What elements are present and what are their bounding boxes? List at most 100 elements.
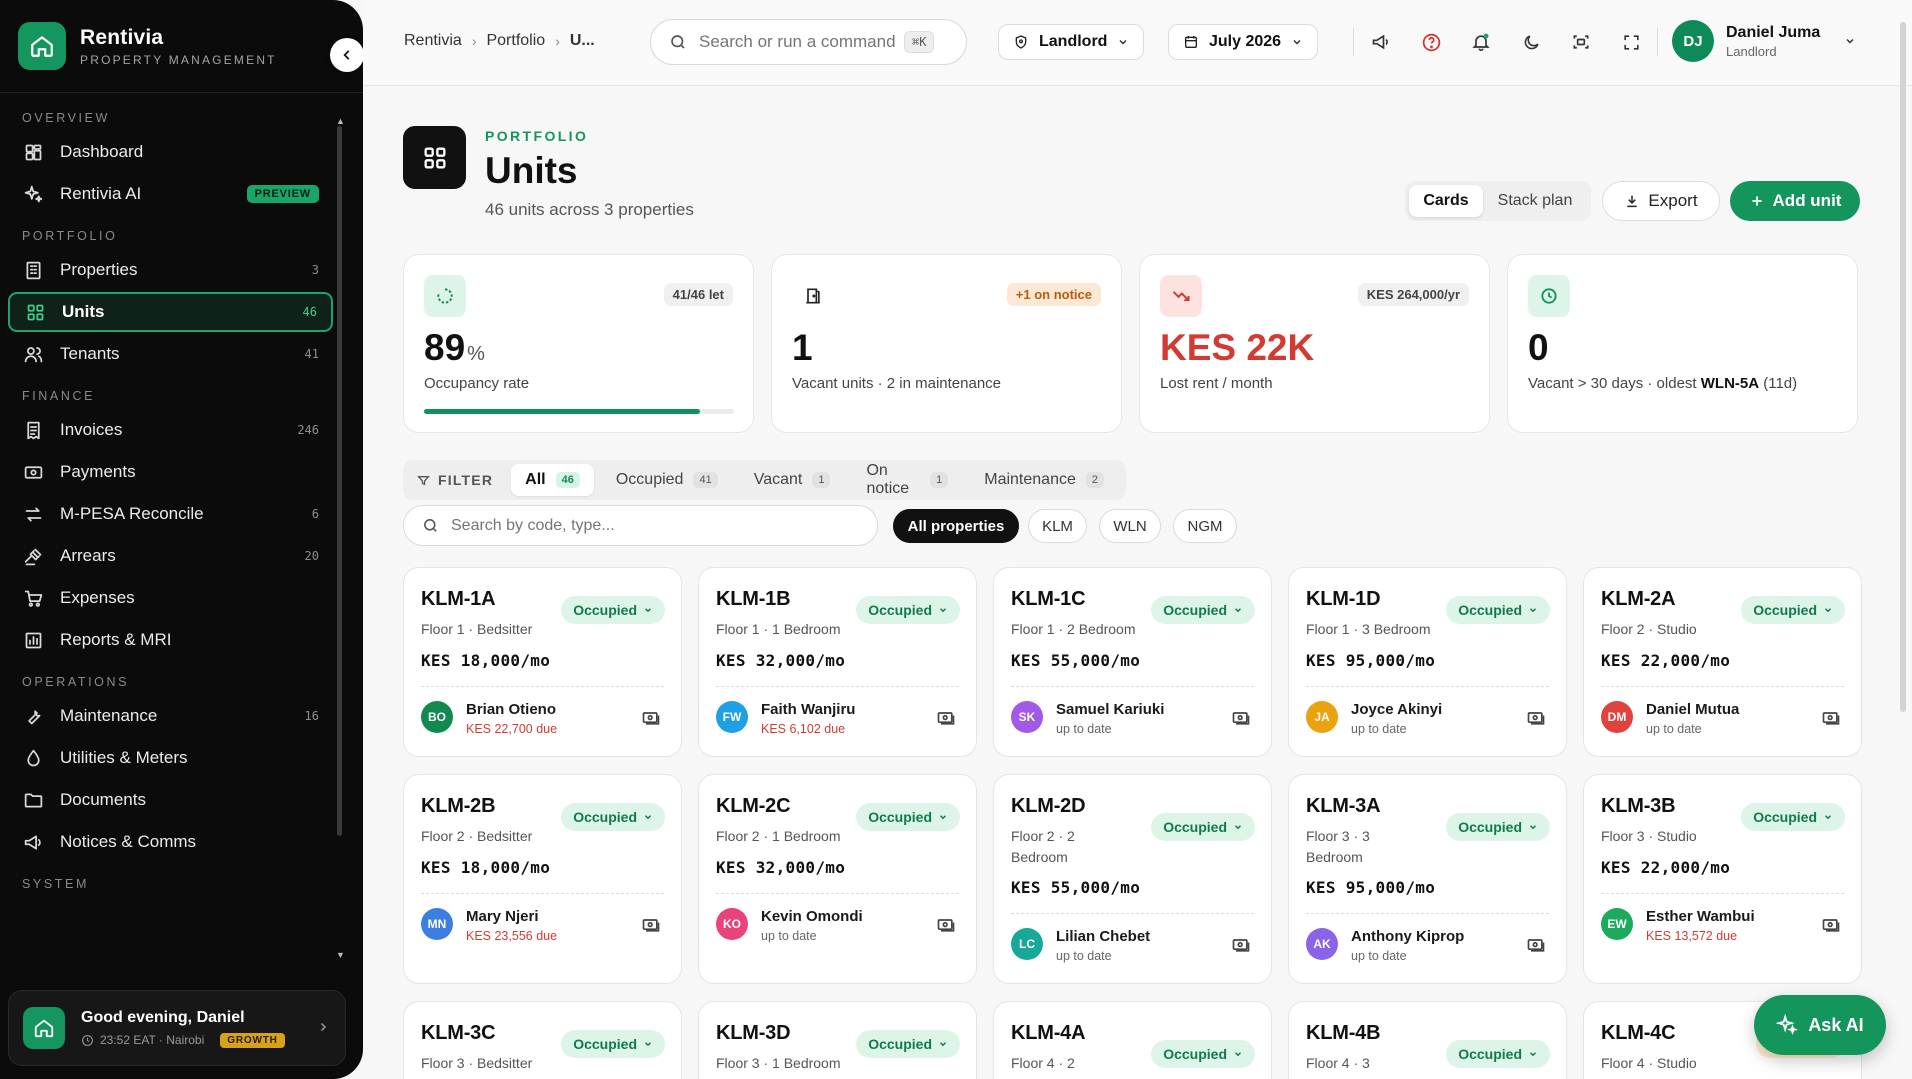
sidebar-item-arrears[interactable]: Arrears 20	[8, 536, 333, 576]
unit-card[interactable]: KLM-4B Floor 4 · 3 Bedroom Occupied	[1288, 1001, 1567, 1079]
period-selector[interactable]: July 2026	[1168, 24, 1319, 60]
sidebar-item-units[interactable]: Units 46	[8, 292, 333, 332]
oldest-vacant-unit[interactable]: WLN-5A	[1701, 375, 1759, 392]
user-menu[interactable]: DJ Daniel Juma Landlord	[1672, 20, 1856, 62]
brand[interactable]: Rentivia PROPERTY MANAGEMENT	[18, 22, 277, 70]
view-cards-tab[interactable]: Cards	[1409, 185, 1483, 217]
unit-status-dropdown[interactable]: Occupied	[856, 803, 960, 831]
unit-card[interactable]: KLM-2C Floor 2 · 1 Bedroom Occupied KES 32,…	[698, 774, 977, 984]
sidebar-item-reports-mri[interactable]: Reports & MRI	[8, 620, 333, 660]
unit-status-dropdown[interactable]: Occupied	[1151, 596, 1255, 624]
view-stack-plan-tab[interactable]: Stack plan	[1483, 185, 1587, 217]
unit-search[interactable]	[403, 505, 878, 546]
sidebar-item-payments[interactable]: Payments	[8, 452, 333, 492]
record-payment-icon[interactable]	[1231, 708, 1251, 728]
command-search-input[interactable]	[699, 32, 904, 52]
screenshot-button[interactable]	[1569, 30, 1593, 54]
record-payment-icon[interactable]	[936, 708, 956, 728]
filter-tab-vacant[interactable]: Vacant 1	[740, 464, 845, 496]
tenant-name[interactable]: Joyce Akinyi	[1351, 701, 1442, 718]
sidebar-item-m-pesa-reconcile[interactable]: M-PESA Reconcile 6	[8, 494, 333, 534]
unit-status-dropdown[interactable]: Occupied	[1446, 1040, 1550, 1068]
role-selector[interactable]: Landlord	[998, 24, 1145, 60]
record-payment-icon[interactable]	[1526, 935, 1546, 955]
help-button[interactable]	[1419, 30, 1443, 54]
record-payment-icon[interactable]	[1821, 915, 1841, 935]
collapse-sidebar-button[interactable]	[330, 38, 364, 72]
sidebar-item-documents[interactable]: Documents	[8, 780, 333, 820]
sidebar-item-expenses[interactable]: Expenses	[8, 578, 333, 618]
filter-tab-maintenance[interactable]: Maintenance 2	[970, 464, 1118, 496]
chip-all-properties[interactable]: All properties	[893, 509, 1019, 543]
filter-tab-all[interactable]: All 46	[511, 464, 594, 496]
unit-status-dropdown[interactable]: Occupied	[1741, 596, 1845, 624]
unit-status-dropdown[interactable]: Occupied	[1446, 813, 1550, 841]
unit-status-dropdown[interactable]: Occupied	[1151, 813, 1255, 841]
filter-tab-on-notice[interactable]: On notice 1	[852, 462, 962, 497]
sidebar-item-notices-comms[interactable]: Notices & Comms	[8, 822, 333, 862]
filter-tab-occupied[interactable]: Occupied 41	[602, 464, 732, 496]
unit-status-dropdown[interactable]: Occupied	[561, 596, 665, 624]
unit-card[interactable]: KLM-2D Floor 2 · 2 Bedroom Occupied KES 55,…	[993, 774, 1272, 984]
breadcrumb-rentivia[interactable]: Rentivia	[404, 32, 462, 50]
scroll-down-icon[interactable]: ▼	[336, 950, 345, 960]
unit-card[interactable]: KLM-4A Floor 4 · 2 Bedroom Occupied	[993, 1001, 1272, 1079]
breadcrumb-portfolio[interactable]: Portfolio	[486, 32, 545, 50]
unit-card[interactable]: KLM-3B Floor 3 · Studio Occupied KES 22,000…	[1583, 774, 1862, 984]
notifications-button[interactable]	[1469, 30, 1493, 54]
add-unit-button[interactable]: Add unit	[1730, 181, 1860, 221]
export-button[interactable]: Export	[1602, 181, 1720, 221]
tenant-name[interactable]: Brian Otieno	[466, 701, 556, 718]
unit-status-dropdown[interactable]: Occupied	[561, 803, 665, 831]
greeting-card[interactable]: Good evening, Daniel 23:52 EAT · Nairobi…	[8, 990, 346, 1066]
record-payment-icon[interactable]	[641, 915, 661, 935]
theme-toggle-button[interactable]	[1519, 30, 1543, 54]
tenant-name[interactable]: Mary Njeri	[466, 908, 539, 925]
unit-status-dropdown[interactable]: Occupied	[1446, 596, 1550, 624]
tenant-name[interactable]: Samuel Kariuki	[1056, 701, 1164, 718]
tenant-name[interactable]: Daniel Mutua	[1646, 701, 1739, 718]
ask-ai-button[interactable]: Ask AI	[1754, 995, 1886, 1055]
record-payment-icon[interactable]	[1231, 935, 1251, 955]
command-search[interactable]: ⌘K	[650, 19, 967, 65]
fullscreen-button[interactable]	[1619, 30, 1643, 54]
sidebar-item-dashboard[interactable]: Dashboard	[8, 132, 333, 172]
sidebar-item-utilities-meters[interactable]: Utilities & Meters	[8, 738, 333, 778]
tenant-name[interactable]: Lilian Chebet	[1056, 928, 1150, 945]
page-scrollbar[interactable]	[1900, 22, 1906, 712]
tenant-name[interactable]: Faith Wanjiru	[761, 701, 855, 718]
unit-card[interactable]: KLM-3D Floor 3 · 1 Bedroom Occupied	[698, 1001, 977, 1079]
unit-status-dropdown[interactable]: Occupied	[561, 1030, 665, 1058]
scroll-up-icon[interactable]: ▲	[336, 116, 345, 126]
sidebar-item-tenants[interactable]: Tenants 41	[8, 334, 333, 374]
record-payment-icon[interactable]	[1526, 708, 1546, 728]
unit-card[interactable]: KLM-3A Floor 3 · 3 Bedroom Occupied KES 95,…	[1288, 774, 1567, 984]
sidebar-item-properties[interactable]: Properties 3	[8, 250, 333, 290]
unit-card[interactable]: KLM-2A Floor 2 · Studio Occupied KES 22,000…	[1583, 567, 1862, 757]
unit-card[interactable]: KLM-1B Floor 1 · 1 Bedroom Occupied KES 32,…	[698, 567, 977, 757]
tenant-name[interactable]: Esther Wambui	[1646, 908, 1755, 925]
tenant-name[interactable]: Anthony Kiprop	[1351, 928, 1464, 945]
sidebar-item-invoices[interactable]: Invoices 246	[8, 410, 333, 450]
sidebar-item-rentivia-ai[interactable]: Rentivia AI PREVIEW	[8, 174, 333, 214]
unit-card[interactable]: KLM-2B Floor 2 · Bedsitter Occupied KES 18,…	[403, 774, 682, 984]
unit-card[interactable]: KLM-1C Floor 1 · 2 Bedroom Occupied KES 55,…	[993, 567, 1272, 757]
announcements-button[interactable]	[1369, 30, 1393, 54]
record-payment-icon[interactable]	[1821, 708, 1841, 728]
unit-search-input[interactable]	[451, 516, 851, 535]
unit-status-dropdown[interactable]: Occupied	[1151, 1040, 1255, 1068]
unit-status-dropdown[interactable]: Occupied	[1741, 803, 1845, 831]
unit-card[interactable]: KLM-3C Floor 3 · Bedsitter Occupied	[403, 1001, 682, 1079]
unit-card[interactable]: KLM-1D Floor 1 · 3 Bedroom Occupied KES 95,…	[1288, 567, 1567, 757]
unit-card[interactable]: KLM-1A Floor 1 · Bedsitter Occupied KES 18,…	[403, 567, 682, 757]
chip-klm[interactable]: KLM	[1028, 509, 1087, 543]
chip-wln[interactable]: WLN	[1099, 509, 1161, 543]
tenant-name[interactable]: Kevin Omondi	[761, 908, 863, 925]
record-payment-icon[interactable]	[641, 708, 661, 728]
sidebar-scrollbar[interactable]	[337, 126, 342, 836]
record-payment-icon[interactable]	[936, 915, 956, 935]
unit-status-dropdown[interactable]: Occupied	[856, 1030, 960, 1058]
chip-ngm[interactable]: NGM	[1173, 509, 1237, 543]
unit-status-dropdown[interactable]: Occupied	[856, 596, 960, 624]
sidebar-item-maintenance[interactable]: Maintenance 16	[8, 696, 333, 736]
